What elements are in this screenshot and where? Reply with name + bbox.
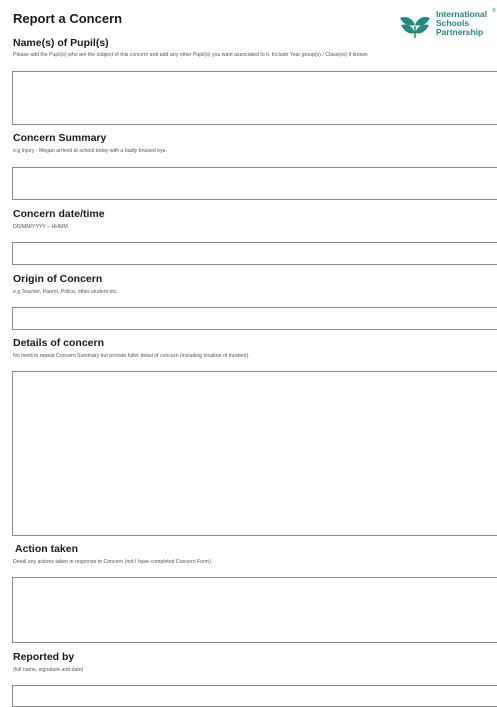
leaf-logo-icon (400, 16, 430, 38)
section-title-reported-by: Reported by (13, 651, 75, 663)
section-hint-summary: e.g Injury - Megan arrived at school tod… (13, 148, 167, 154)
section-hint-pupils: Please add the Pupil(s) who are the subj… (13, 52, 368, 58)
logo-trademark: ® (492, 8, 496, 14)
section-title-summary: Concern Summary (13, 132, 107, 144)
pupils-input-box[interactable] (12, 71, 497, 125)
logo-line-3: Partnership (436, 27, 484, 37)
section-hint-origin: e.g Teacher, Parent, Police, other stude… (13, 289, 118, 295)
section-hint-datetime: DD/MM/YYYY – HHMM (13, 224, 68, 230)
section-title-pupils: Name(s) of Pupil(s) (13, 37, 109, 49)
datetime-input-box[interactable] (12, 242, 497, 265)
section-title-datetime: Concern date/time (13, 208, 105, 220)
school-logo: International Schools Partnership ® (398, 8, 497, 40)
form-title: Report a Concern (13, 11, 123, 26)
section-hint-action: Detail any actions taken in response to … (13, 559, 213, 565)
section-title-action: Action taken (15, 543, 79, 555)
section-title-origin: Origin of Concern (13, 273, 103, 285)
section-hint-reported-by: (full name, signature and date) (13, 667, 84, 673)
details-input-box[interactable] (12, 371, 497, 536)
section-title-details: Details of concern (13, 337, 105, 349)
summary-input-box[interactable] (12, 167, 497, 200)
reported-by-input-box[interactable] (12, 685, 497, 707)
section-hint-details: No need to repeat Concern Summary but pr… (13, 353, 250, 359)
origin-input-box[interactable] (12, 307, 497, 330)
action-input-box[interactable] (12, 577, 497, 643)
